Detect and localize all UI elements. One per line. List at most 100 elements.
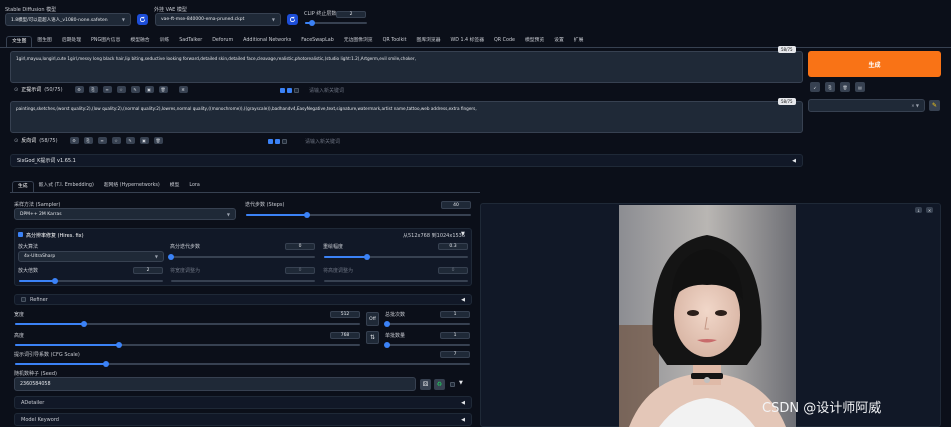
tab-2[interactable]: 后期处理	[57, 36, 86, 47]
scale-slider[interactable]	[19, 278, 163, 284]
slider-thumb[interactable]	[81, 321, 87, 327]
subtab-3[interactable]: 模型	[165, 181, 185, 192]
sd-model-select[interactable]: 1.8模型/可以是超人语人_v1080-none.safeten ▼	[5, 13, 131, 26]
tab-9[interactable]: FaceSwapLab	[296, 36, 338, 47]
subtab-1[interactable]: 嵌入式 (T.I. Embedding)	[34, 181, 99, 192]
slider-thumb[interactable]	[103, 361, 109, 367]
settings-icon[interactable]: ⚙	[69, 137, 79, 144]
denoise-slider[interactable]	[324, 254, 468, 260]
checkbox[interactable]	[294, 88, 299, 93]
copy-icon[interactable]: ⎘	[825, 82, 835, 92]
clip-slider[interactable]	[305, 20, 367, 26]
slider-thumb[interactable]	[303, 212, 310, 218]
refiner-accordion[interactable]: Refiner ◀	[14, 294, 472, 305]
vae-select[interactable]: vae-ft-mse-840000-ema-pruned.ckpt ▼	[155, 13, 281, 26]
tab-3[interactable]: PNG图片信息	[86, 36, 125, 47]
off-toggle[interactable]: Off	[366, 312, 379, 326]
tab-11[interactable]: QR Toolkit	[378, 36, 412, 47]
batch-count-input[interactable]: 1	[440, 311, 470, 318]
resize-width-slider[interactable]	[171, 280, 315, 282]
checkbox[interactable]	[287, 88, 292, 93]
tab-15[interactable]: 模型预览	[520, 36, 549, 47]
resize-width-input[interactable]: 0	[285, 267, 315, 274]
subtab-0[interactable]: 生成	[12, 181, 34, 192]
adetailer-accordion[interactable]: ADetailer ◀	[14, 396, 472, 409]
save-icon[interactable]: ▣	[144, 86, 154, 93]
tab-12[interactable]: 图库浏览器	[412, 36, 446, 47]
batch-count-slider[interactable]	[384, 321, 470, 327]
tab-14[interactable]: QR Code	[489, 36, 520, 47]
refresh-model-button[interactable]	[137, 14, 148, 25]
pencil-icon[interactable]: ✎	[929, 100, 940, 111]
hires-steps-slider[interactable]	[168, 254, 315, 260]
batch-size-input[interactable]: 1	[440, 332, 470, 339]
edit-icon[interactable]: ✎	[130, 86, 140, 93]
tab-1[interactable]: 图生图	[32, 36, 56, 47]
batch-size-slider[interactable]	[384, 342, 470, 348]
denoise-input[interactable]: 0.3	[438, 243, 468, 250]
scale-input[interactable]: 2	[133, 267, 163, 274]
star-icon[interactable]: ☆	[111, 137, 121, 144]
star-icon[interactable]: ☆	[116, 86, 126, 93]
close-icon[interactable]: ✕	[926, 207, 933, 213]
refresh-vae-button[interactable]	[287, 14, 298, 25]
upscaler-select[interactable]: 4x-UltraSharp ▼	[18, 251, 164, 262]
edit-icon[interactable]: ✎	[125, 137, 135, 144]
tab-6[interactable]: SadTalker	[174, 36, 207, 47]
cfg-input[interactable]: 7	[440, 351, 470, 358]
steps-slider[interactable]	[246, 212, 471, 218]
tab-10[interactable]: 无边图像浏览	[339, 36, 378, 47]
model-keyword-accordion[interactable]: Model Keyword ◀	[14, 413, 472, 426]
tab-8[interactable]: Additional Networks	[238, 36, 296, 47]
tab-7[interactable]: Deforum	[207, 36, 238, 47]
tab-17[interactable]: 扩展	[569, 36, 589, 47]
trash-icon[interactable]: 🗑	[153, 137, 163, 144]
save-icon[interactable]: ▣	[139, 137, 149, 144]
checkbox[interactable]	[280, 88, 285, 93]
tab-0[interactable]: 文生图	[6, 36, 33, 47]
tab-16[interactable]: 设置	[549, 36, 569, 47]
list-icon[interactable]: ≡	[102, 86, 112, 93]
seed-input[interactable]: 2360584058	[14, 377, 416, 391]
subtab-2[interactable]: 超网络 (Hypernetworks)	[99, 181, 165, 192]
clipboard-icon[interactable]: ▤	[855, 82, 865, 92]
dice-icon[interactable]: ⚄	[420, 379, 431, 390]
negative-textarea[interactable]: paintings,sketches,(worst quality:2),(lo…	[10, 101, 803, 133]
copy-icon[interactable]: ⎘	[83, 137, 93, 144]
refiner-checkbox[interactable]	[21, 297, 26, 302]
list-icon[interactable]: ≡	[97, 137, 107, 144]
slider-thumb[interactable]	[168, 254, 174, 260]
steps-input[interactable]: 40	[441, 201, 471, 209]
trash-icon[interactable]: 🗑	[158, 86, 168, 93]
cfg-slider[interactable]	[15, 361, 470, 367]
tab-5[interactable]: 训练	[155, 36, 175, 47]
tab-13[interactable]: WD 1.4 标签器	[446, 36, 490, 47]
resize-height-slider[interactable]	[324, 280, 468, 282]
tab-4[interactable]: 模型融合	[125, 36, 154, 47]
sixgod-accordion[interactable]: SixGod_K提示词 v1.65.1 ◀	[10, 154, 803, 167]
styles-select[interactable]: ✕ ▼	[808, 99, 925, 112]
recycle-icon[interactable]: ♻	[434, 379, 445, 390]
arrow-icon[interactable]: ↙	[810, 82, 820, 92]
slider-thumb[interactable]	[52, 278, 58, 284]
sampler-select[interactable]: DPM++ 2M Karras ▼	[14, 208, 236, 220]
copy-icon[interactable]: ⎘	[88, 86, 98, 93]
hires-checkbox[interactable]	[18, 232, 23, 237]
slider-thumb[interactable]	[309, 20, 315, 26]
extra-seed-checkbox[interactable]	[450, 382, 455, 387]
slider-thumb[interactable]	[115, 342, 122, 348]
slider-thumb[interactable]	[384, 321, 390, 327]
generate-button[interactable]: 生成	[808, 51, 941, 77]
clip-input[interactable]: 2	[336, 11, 366, 18]
width-slider[interactable]	[15, 321, 360, 327]
slider-thumb[interactable]	[384, 342, 390, 348]
swap-dimensions-icon[interactable]: ⇅	[366, 331, 379, 344]
subtab-4[interactable]: Lora	[184, 181, 204, 192]
checkbox[interactable]	[268, 139, 273, 144]
resize-height-input[interactable]: 0	[438, 267, 468, 274]
prompt-textarea[interactable]: 1girl,mayuu,longirl,cute 1girl,messy lon…	[10, 51, 803, 83]
settings-icon[interactable]: ⚙	[74, 86, 84, 93]
download-icon[interactable]: ↓	[915, 207, 922, 213]
checkbox[interactable]	[275, 139, 280, 144]
generated-image[interactable]	[619, 205, 796, 427]
